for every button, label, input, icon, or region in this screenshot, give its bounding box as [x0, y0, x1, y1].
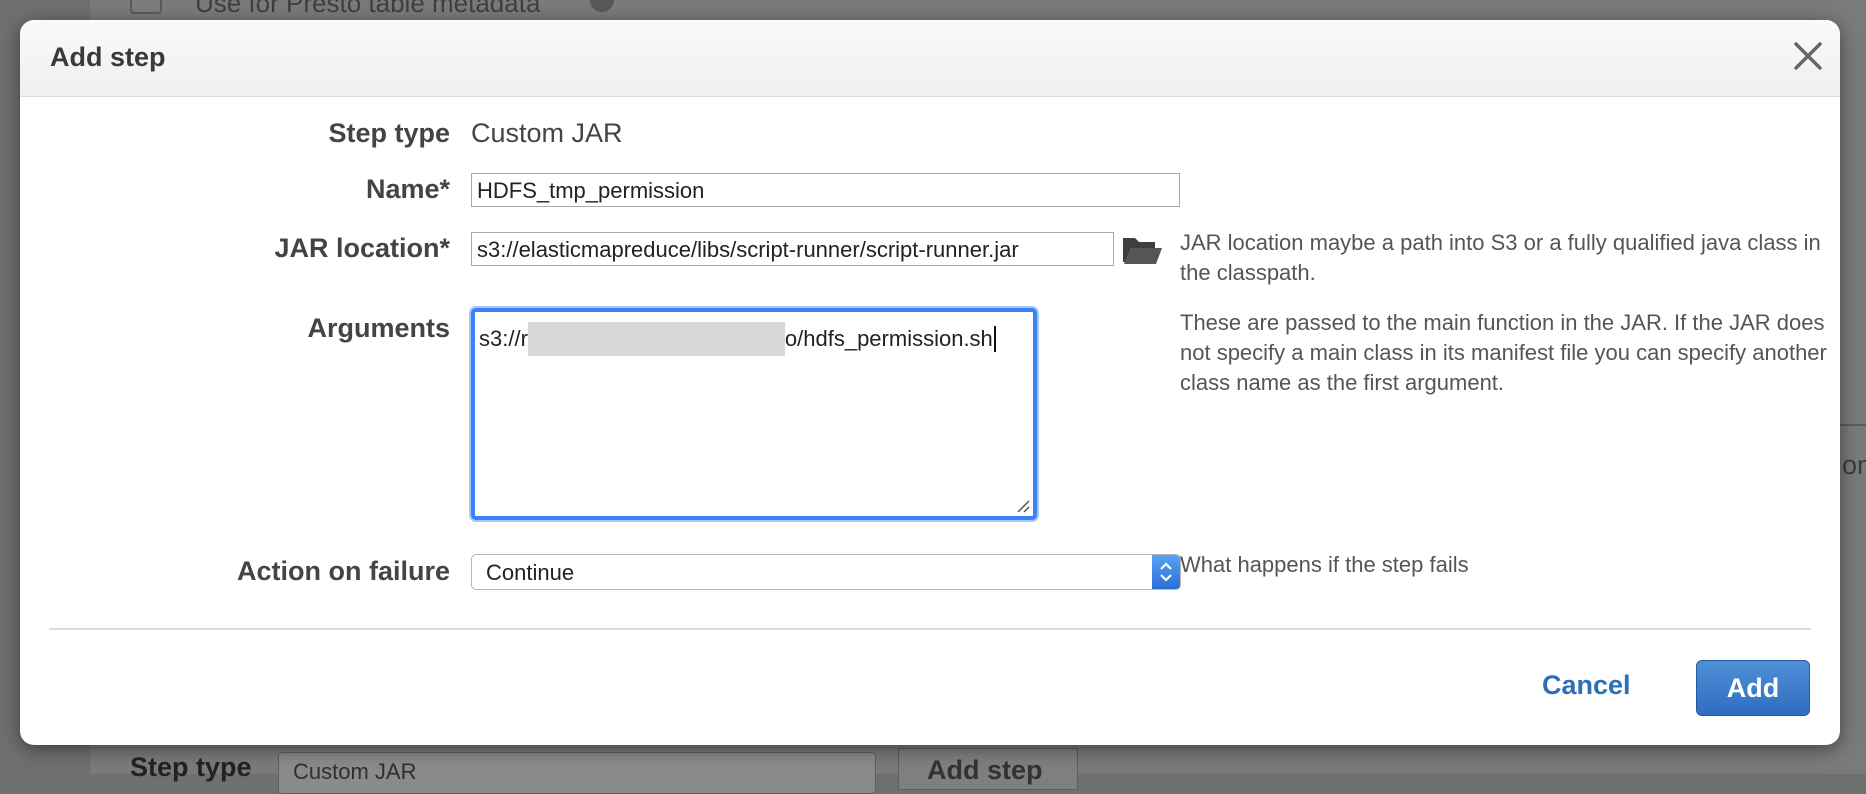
arguments-prefix: s3://r	[479, 326, 528, 351]
footer-divider	[49, 628, 1811, 630]
action-on-failure-help: What happens if the step fails	[1180, 552, 1469, 577]
cancel-button[interactable]: Cancel	[1542, 670, 1631, 701]
arguments-label: Arguments	[307, 313, 450, 343]
action-on-failure-label: Action on failure	[236, 556, 450, 586]
step-type-label: Step type	[328, 118, 450, 148]
background-checkbox-label: Use for Presto table metadata	[195, 0, 541, 18]
name-input[interactable]: HDFS_tmp_permission	[471, 173, 1180, 207]
add-step-dialog: Add step Step type Custom JAR Name* HDFS…	[20, 20, 1840, 745]
add-button[interactable]: Add	[1696, 660, 1810, 716]
dialog-header: Add step	[20, 20, 1840, 97]
select-arrows-icon[interactable]	[1152, 555, 1180, 589]
arguments-help: These are passed to the main function in…	[1180, 310, 1827, 395]
close-icon[interactable]	[1788, 36, 1828, 76]
jar-location-label: JAR location*	[274, 233, 450, 263]
action-on-failure-value: Continue	[486, 560, 575, 585]
background-step-type-select: Custom JAR	[278, 752, 876, 794]
jar-location-help: JAR location maybe a path into S3 or a f…	[1180, 230, 1821, 285]
background-step-type-label: Step type	[130, 752, 252, 782]
step-type-value: Custom JAR	[471, 118, 623, 148]
dialog-title: Add step	[50, 42, 166, 72]
arguments-textarea[interactable]: s3://r o/hdfs_permission.sh	[471, 308, 1037, 520]
background-add-step-button: Add step	[898, 748, 1078, 790]
background-right-text: om	[1842, 450, 1866, 480]
background-divider	[1838, 424, 1866, 426]
background-step-type-value: Custom JAR	[293, 759, 417, 784]
background-checkbox	[130, 0, 162, 14]
jar-location-input[interactable]: s3://elasticmapreduce/libs/script-runner…	[471, 232, 1114, 266]
resize-handle-icon[interactable]	[1016, 499, 1030, 513]
action-on-failure-select[interactable]: Continue	[471, 554, 1181, 590]
name-label: Name*	[365, 174, 450, 204]
folder-open-icon[interactable]	[1121, 232, 1163, 266]
arguments-suffix: o/hdfs_permission.sh	[784, 326, 993, 351]
background-add-step-label: Add step	[927, 755, 1043, 785]
text-caret	[993, 326, 996, 352]
arguments-value: s3://r o/hdfs_permission.sh	[479, 322, 996, 356]
redacted-block	[527, 322, 785, 356]
